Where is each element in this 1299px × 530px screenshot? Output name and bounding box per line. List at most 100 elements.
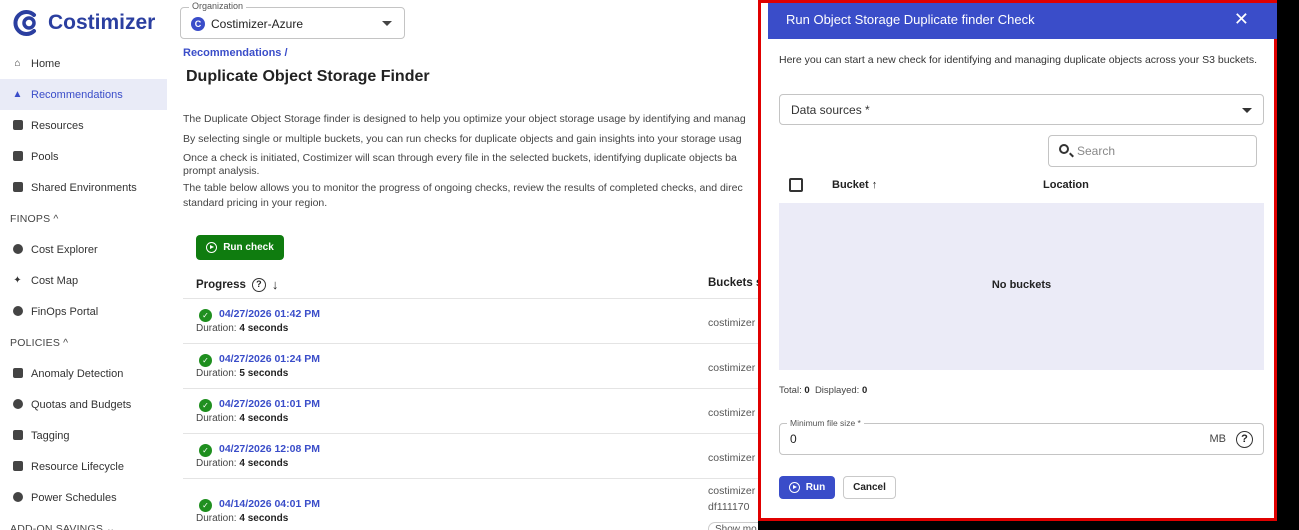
help-icon[interactable]: ? (251, 277, 266, 292)
sidebar-item-label: Tagging (31, 429, 70, 442)
sort-arrow-down-icon: ↓ (271, 277, 279, 292)
buckets-column-header[interactable]: Buckets s (708, 277, 762, 289)
sidebar-item-label: Shared Environments (31, 181, 137, 194)
breadcrumb[interactable]: Recommendations / (183, 47, 288, 59)
bucket-name: df111170 (708, 501, 750, 513)
select-all-checkbox[interactable] (789, 178, 803, 192)
duration-text: Duration: 4 seconds (196, 458, 289, 469)
sidebar-item-cost-map[interactable]: ✦ Cost Map (0, 265, 167, 296)
cancel-button[interactable]: Cancel (843, 476, 896, 499)
description-line: standard pricing in your region. (183, 196, 328, 209)
map-icon: ✦ (13, 275, 22, 286)
caret-down-icon (1242, 108, 1252, 113)
check-datetime-link[interactable]: 04/27/2026 12:08 PM (219, 443, 320, 455)
check-datetime-link[interactable]: 04/27/2026 01:24 PM (219, 353, 320, 365)
bar-chart-icon (12, 120, 23, 131)
duration-text: Duration: 4 seconds (196, 513, 289, 524)
shared-env-icon (12, 182, 23, 193)
sidebar-item-label: Pools (31, 150, 59, 163)
bucket-name: costimizer (708, 407, 756, 419)
drawer-body: Here you can start a new check for ident… (768, 39, 1277, 521)
description-line: By selecting single or multiple buckets,… (183, 132, 742, 145)
sidebar-item-finops-portal[interactable]: FinOps Portal (0, 296, 167, 327)
drawer-intro: Here you can start a new check for ident… (779, 54, 1258, 66)
check-datetime-link[interactable]: 04/14/2026 04:01 PM (219, 498, 320, 510)
table-row[interactable]: ✓ 04/27/2026 12:08 PM Duration: 4 second… (183, 433, 759, 478)
data-sources-label: Data sources * (791, 103, 870, 117)
quota-icon (12, 399, 23, 410)
bucket-name: costimizer (708, 362, 756, 374)
search-field[interactable] (1048, 135, 1257, 167)
sidebar-item-shared-environments[interactable]: Shared Environments (0, 172, 167, 203)
page-description: The Duplicate Object Storage finder is d… (183, 110, 773, 211)
location-column-header[interactable]: Location (1043, 179, 1089, 191)
sidebar-item-label: Anomaly Detection (31, 367, 124, 380)
organization-avatar: C (191, 17, 205, 31)
close-icon[interactable]: ✕ (1234, 9, 1249, 30)
table-row[interactable]: ✓ 04/27/2026 01:01 PM Duration: 4 second… (183, 388, 759, 433)
progress-header-label: Progress (196, 278, 246, 291)
duration-text: Duration: 4 seconds (196, 323, 289, 334)
bucket-name: costimizer (708, 485, 756, 497)
sidebar-item-cost-explorer[interactable]: Cost Explorer (0, 234, 167, 265)
duration-text: Duration: 5 seconds (196, 368, 289, 379)
sidebar-item-tagging[interactable]: Tagging (0, 420, 167, 451)
check-circle-icon: ✓ (199, 399, 212, 412)
table-totals: Total: 0 Displayed: 0 (779, 385, 868, 396)
clock-icon (12, 492, 23, 503)
empty-table-state: No buckets (779, 203, 1264, 370)
search-input[interactable] (1077, 142, 1247, 160)
check-circle-icon: ✓ (199, 309, 212, 322)
sidebar-item-label: Cost Explorer (31, 243, 98, 256)
run-button[interactable]: Run (779, 476, 835, 499)
check-circle-icon: ✓ (199, 354, 212, 367)
sidebar-item-label: Power Schedules (31, 491, 117, 504)
data-sources-select[interactable]: Data sources * (779, 94, 1264, 125)
sidebar-item-recommendations[interactable]: ▲ Recommendations (0, 79, 167, 110)
run-check-label: Run check (223, 242, 274, 253)
costimizer-logo[interactable]: Costimizer (12, 6, 155, 40)
pools-icon (12, 151, 23, 162)
check-circle-icon: ✓ (199, 444, 212, 457)
sidebar-item-home[interactable]: ⌂ Home (0, 48, 167, 79)
sidebar-item-pools[interactable]: Pools (0, 141, 167, 172)
minimum-file-size-input[interactable] (790, 432, 990, 446)
tag-icon (12, 430, 23, 441)
anomaly-icon (12, 368, 23, 379)
check-datetime-link[interactable]: 04/27/2026 01:01 PM (219, 398, 320, 410)
help-icon[interactable]: ? (1236, 431, 1253, 448)
table-row[interactable]: ✓ 04/27/2026 01:42 PM Duration: 4 second… (183, 298, 759, 343)
check-datetime-link[interactable]: 04/27/2026 01:42 PM (219, 308, 320, 320)
bucket-column-header[interactable]: Bucket ↑ (832, 179, 877, 191)
section-finops-toggle[interactable]: FINOPS ^ (0, 203, 167, 234)
sidebar-item-label: Recommendations (31, 88, 123, 101)
screen-edge (758, 521, 1299, 530)
progress-column-header[interactable]: Progress ? ↓ (196, 277, 278, 292)
dollar-icon (12, 306, 23, 317)
sidebar-item-power-schedules[interactable]: Power Schedules (0, 482, 167, 513)
run-check-button[interactable]: Run check (196, 235, 284, 260)
organization-name: Costimizer-Azure (211, 17, 304, 31)
lifecycle-icon (12, 461, 23, 472)
minimum-file-size-field[interactable]: Minimum file size * MB ? (779, 418, 1264, 455)
logo-icon (13, 10, 36, 36)
section-addon-savings-toggle[interactable]: ADD-ON SAVINGS ⌄ (0, 513, 167, 530)
organization-label: Organization (189, 1, 247, 11)
sidebar-item-label: Home (31, 57, 61, 70)
page-title: Duplicate Object Storage Finder (186, 68, 430, 85)
caret-down-icon (382, 21, 392, 26)
table-row[interactable]: ✓ 04/27/2026 01:24 PM Duration: 5 second… (183, 343, 759, 388)
screen-edge (1277, 0, 1299, 530)
sidebar-item-resource-lifecycle[interactable]: Resource Lifecycle (0, 451, 167, 482)
sidebar-item-quotas-and-budgets[interactable]: Quotas and Budgets (0, 389, 167, 420)
drawer-header: Run Object Storage Duplicate finder Chec… (768, 3, 1277, 39)
description-line: Once a check is initiated, Costimizer wi… (183, 152, 737, 164)
sidebar-item-resources[interactable]: Resources (0, 110, 167, 141)
sidebar-item-label: Resources (31, 119, 84, 132)
search-icon (1059, 144, 1069, 154)
sidebar-item-anomaly-detection[interactable]: Anomaly Detection (0, 358, 167, 389)
section-policies-toggle[interactable]: POLICIES ^ (0, 327, 167, 358)
organization-select[interactable]: Organization C Costimizer-Azure (180, 1, 405, 39)
unit-label: MB (1209, 433, 1227, 445)
table-row[interactable]: ✓ 04/14/2026 04:01 PM Duration: 4 second… (183, 478, 759, 530)
